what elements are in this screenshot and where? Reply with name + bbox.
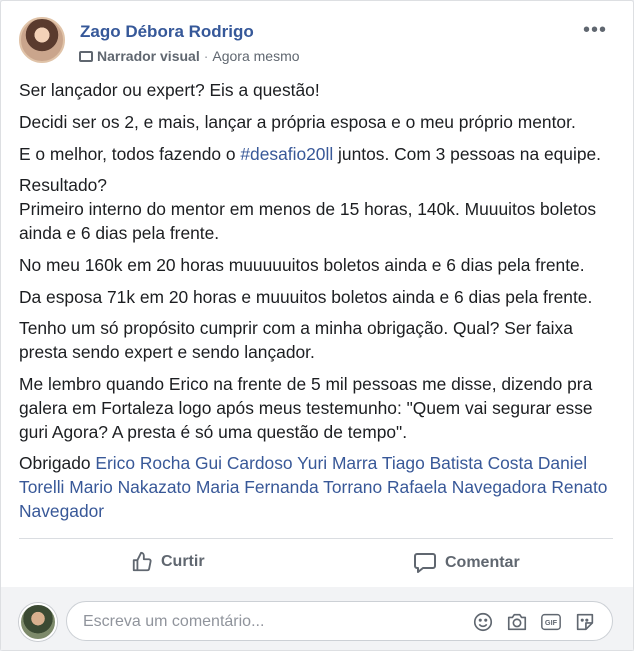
gif-icon[interactable]: GIF: [540, 611, 562, 633]
post-header: Zago Débora Rodrigo Narrador visual · Agor…: [19, 17, 619, 71]
post-body: Ser lançador ou expert? Eis a questão! D…: [19, 79, 621, 532]
thanks-paragraph: Obrigado Erico Rocha Gui Cardoso Yuri Ma…: [19, 452, 621, 523]
camera-icon[interactable]: [506, 611, 528, 633]
post-paragraph: Decidi ser os 2, e mais, lançar a própri…: [19, 111, 576, 132]
post-text: Primeiro interno do mentor em menos de 1…: [19, 199, 597, 243]
post-paragraph: E o melhor, todos fazendo o #desafio20ll…: [19, 143, 621, 167]
tag-link[interactable]: Tiago Batista Costa: [382, 453, 533, 473]
post-paragraph: No meu 160k em 20 horas muuuuuitos bolet…: [19, 254, 585, 275]
comment-placeholder: Escreva um comentário...: [83, 613, 265, 630]
comment-composer: Escreva um comentário... GIF: [1, 587, 633, 650]
thanks-word: Obrigado: [19, 453, 91, 474]
tag-link[interactable]: Gui Cardoso: [195, 453, 293, 473]
post-paragraph: Resultado? Primeiro interno do mentor em …: [19, 174, 621, 245]
svg-text:GIF: GIF: [545, 618, 558, 627]
comment-tools: GIF: [472, 611, 596, 633]
post-paragraph: Me lembro quando Erico na frente de 5 mi…: [19, 373, 593, 442]
visual-narrator-badge-icon: [79, 51, 93, 62]
post-time[interactable]: Agora mesmo: [212, 48, 299, 64]
tag-link[interactable]: Maria Fernanda Torrano: [196, 477, 382, 497]
thumbs-up-icon: [132, 551, 152, 572]
emoji-icon[interactable]: [472, 611, 494, 633]
author-name[interactable]: Zago Débora Rodrigo: [80, 22, 254, 42]
post-paragraph: Ser lançador ou expert? Eis a questão!: [19, 80, 320, 100]
tag-link[interactable]: Rafaela Navegadora: [387, 477, 547, 497]
comment-button[interactable]: Comentar: [413, 551, 520, 575]
post-card: Zago Débora Rodrigo Narrador visual · Agor…: [0, 0, 634, 651]
post-actions: Curtir Comentar: [19, 538, 613, 589]
post-paragraph: Tenho um só propósito cumprir com a minh…: [19, 318, 573, 363]
current-user-avatar[interactable]: [19, 603, 57, 641]
like-label: Curtir: [161, 553, 205, 570]
like-button[interactable]: Curtir: [131, 551, 205, 573]
meta-separator: ·: [203, 48, 209, 64]
badge-label[interactable]: Narrador visual: [97, 48, 200, 64]
tag-link[interactable]: Erico Rocha: [95, 453, 190, 473]
author-avatar[interactable]: [19, 17, 65, 63]
post-meta: Narrador visual · Agora mesmo: [79, 48, 300, 64]
comment-bubble-icon: [414, 553, 436, 573]
tag-link[interactable]: Yuri Marra: [297, 453, 377, 473]
more-horizontal-icon[interactable]: •••: [583, 20, 607, 40]
tag-link[interactable]: Mario Nakazato: [69, 477, 191, 497]
post-text: Resultado?: [19, 175, 107, 196]
comment-label: Comentar: [445, 554, 520, 571]
sticker-icon[interactable]: [574, 611, 596, 633]
post-paragraph: Da esposa 71k em 20 horas e muuuitos bol…: [19, 286, 593, 307]
hashtag-link[interactable]: #desafio20ll: [240, 144, 333, 164]
comment-input[interactable]: Escreva um comentário... GIF: [66, 601, 613, 641]
post-text: juntos. Com 3 pessoas na equipe.: [333, 143, 602, 164]
post-text: E o melhor, todos fazendo o: [19, 143, 241, 164]
